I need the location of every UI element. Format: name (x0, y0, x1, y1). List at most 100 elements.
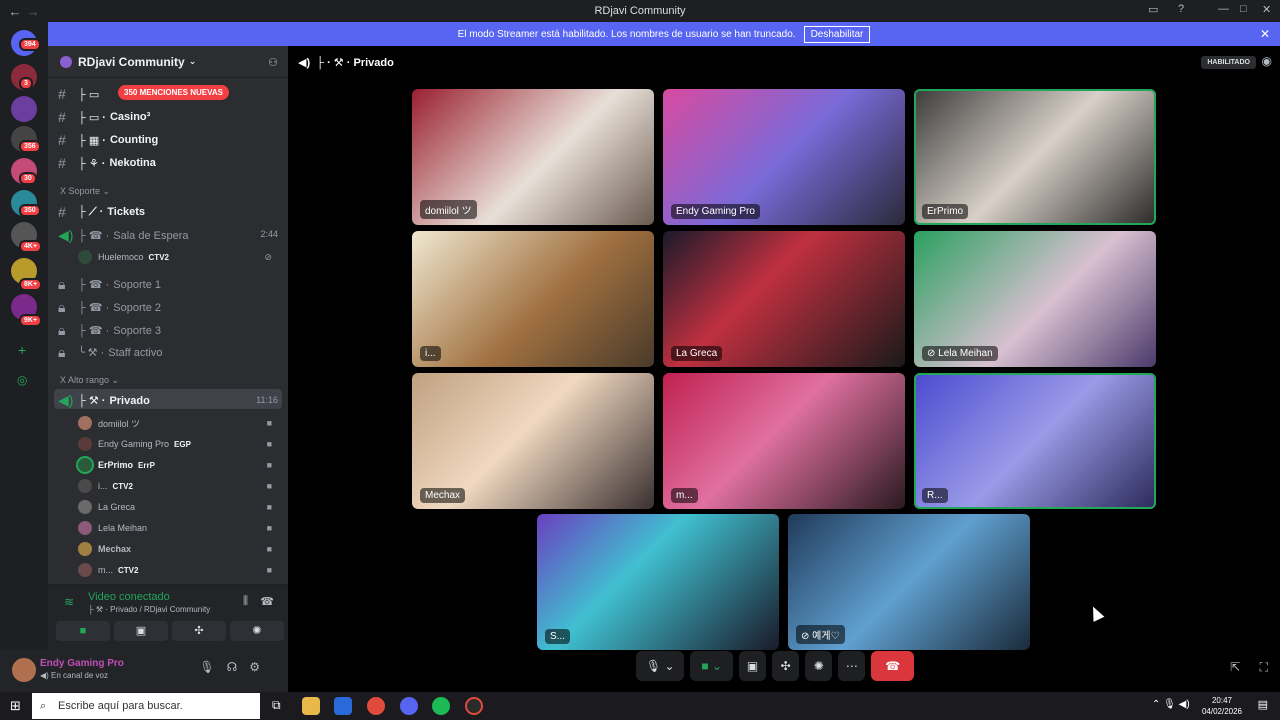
channel-privado[interactable]: ◀) ├ ⚒ · Privado (58, 392, 150, 409)
channel-soporte-3[interactable]: 🔒︎ ├ ☎ · Soporte 3 (58, 322, 161, 339)
close-window-icon[interactable]: ✕ (1262, 3, 1271, 16)
channel-nekotina[interactable]: # ├ ⚘ · Nekotina (58, 155, 156, 171)
video-tile[interactable]: S... (537, 514, 779, 650)
channel-soporte-2[interactable]: 🔒︎ ├ ☎ · Soporte 2 (58, 299, 161, 316)
muted-icon: ⊘ (264, 251, 272, 262)
file-explorer-icon[interactable] (302, 697, 320, 715)
category-alto-rango[interactable]: X Alto rango ⌄ (60, 375, 119, 386)
screenshare-button[interactable]: ▣ (114, 621, 168, 641)
window-title: RDjavi Community (594, 5, 686, 17)
disconnect-icon[interactable]: ☎ (260, 595, 274, 608)
chrome-icon[interactable] (367, 697, 385, 715)
tile-label: Endy Gaming Pro (671, 204, 760, 219)
gear-icon[interactable]: ⚙ (249, 660, 272, 674)
tray-icons[interactable]: ⌃ 🎙︎ ◀) (1152, 699, 1190, 710)
video-tile[interactable]: Mechax (412, 373, 654, 509)
voice-user[interactable]: i... CTV2 ■ (78, 479, 278, 493)
taskbar: ⊞ ⌕ Escribe aquí para buscar. ⧉ ⌃ 🎙︎ ◀) … (0, 692, 1280, 720)
channel-staff-activo[interactable]: 🔒︎ ╰ ⚒ · Staff activo (58, 344, 162, 361)
video-tile[interactable]: m... (663, 373, 905, 509)
popout-icon[interactable]: ⇱ (1230, 660, 1240, 674)
video-tile[interactable]: domiilol ツ (412, 89, 654, 225)
badge: 4K+ (19, 240, 43, 253)
mic-button[interactable]: 🎙︎ ⌄ (636, 651, 685, 681)
streamer-mode-banner: El modo Streamer está habilitado. Los no… (48, 22, 1280, 46)
voice-user[interactable]: La Greca ■ (78, 500, 278, 514)
lock-icon: 🔒︎ (58, 322, 66, 338)
activities-button[interactable]: ✣ (172, 621, 226, 641)
camera-button[interactable]: ■ (56, 621, 110, 641)
clock[interactable]: 20:47 04/02/2026 (1202, 695, 1242, 717)
tile-label: domiilol ツ (420, 200, 477, 219)
explore-icon[interactable]: ◎ (17, 373, 27, 387)
guild-header[interactable]: RDjavi Community ⌄ (48, 46, 288, 78)
hang-up-button[interactable]: ☎ (871, 651, 915, 681)
more-options-button[interactable]: ⋯ (838, 651, 866, 681)
voice-user[interactable]: m... CTV2 ■ (78, 563, 278, 577)
soundboard-icon[interactable]: ⫼ (243, 595, 248, 608)
voice-user[interactable]: Lela Meihan ■ (78, 521, 278, 535)
signal-icon[interactable]: ≋ (64, 595, 74, 609)
lock-icon: 🔒︎ (58, 344, 66, 360)
voice-user[interactable]: Mechax ■ (78, 542, 278, 556)
spotify-icon[interactable] (432, 697, 450, 715)
video-tile[interactable]: ⊘ 예게♡ (788, 514, 1030, 650)
voice-channel-path[interactable]: ├ ⚒ · Privado / RDjavi Community (88, 605, 210, 614)
minimize-icon[interactable]: — (1218, 3, 1229, 15)
add-server-icon[interactable]: + (18, 342, 26, 358)
tile-label: ⊘ 예게♡ (796, 625, 845, 644)
discord-icon[interactable] (400, 697, 418, 715)
banner-text: El modo Streamer está habilitado. Los no… (457, 28, 796, 40)
voice-user[interactable]: Huelemoco CTV2 ⊘ (78, 250, 278, 264)
video-tile[interactable]: ErPrimo (914, 89, 1156, 225)
voice-status[interactable]: Video conectado (88, 591, 170, 603)
maximize-icon[interactable]: □ (1240, 3, 1247, 15)
channel-tickets[interactable]: # ├ ⟋ · Tickets (58, 204, 145, 220)
tile-label: S... (545, 629, 571, 644)
mic-icon[interactable]: 🎙︎ (199, 660, 226, 674)
chat-icon[interactable]: ◉ (1262, 54, 1272, 68)
voice-user[interactable]: Endy Gaming Pro EGP ■ (78, 437, 278, 451)
tile-label: Mechax (420, 488, 466, 503)
channel-casino[interactable]: # ├ ▭ · Casino³ (58, 109, 150, 125)
voice-user[interactable]: domiilol ツ ■ (78, 416, 278, 430)
store-icon[interactable] (334, 697, 352, 715)
video-tile[interactable]: Endy Gaming Pro (663, 89, 905, 225)
avatar[interactable] (12, 658, 36, 682)
add-member-icon[interactable]: ⚇ (268, 56, 278, 69)
notifications-icon[interactable]: ▤ (1258, 698, 1268, 711)
channel-item[interactable]: # ├ ▭ (58, 86, 99, 102)
tile-label: La Greca (671, 346, 723, 361)
video-tile[interactable]: R... (914, 373, 1156, 509)
disable-button[interactable]: Deshabilitar (803, 25, 871, 43)
soundboard-button[interactable]: ✺ (230, 621, 284, 641)
taskbar-search[interactable]: ⌕ Escribe aquí para buscar. (32, 693, 260, 719)
username[interactable]: Endy Gaming Pro (40, 658, 124, 669)
inbox-icon[interactable]: ▭ (1148, 3, 1158, 16)
video-tile[interactable]: ⊘ Lela Meihan (914, 231, 1156, 367)
headphones-icon[interactable]: ☊ (227, 660, 250, 674)
channel-counting[interactable]: # ├ ▦ · Counting (58, 132, 158, 148)
category-soporte[interactable]: X Soporte ⌄ (60, 186, 110, 197)
streamer-status-badge: HABILITADO (1201, 56, 1256, 69)
soundboard-button[interactable]: ✺ (805, 651, 833, 681)
video-tile[interactable]: i... (412, 231, 654, 367)
task-view-icon[interactable]: ⧉ (272, 698, 281, 713)
camera-button[interactable]: ■ ⌄ (690, 651, 733, 681)
mentions-badge[interactable]: 350 MENCIONES NUEVAS (118, 85, 229, 100)
channel-sala-espera[interactable]: ◀) ├ ☎ · Sala de Espera (58, 227, 189, 244)
search-placeholder: Escribe aquí para buscar. (58, 700, 183, 712)
app-icon[interactable] (465, 697, 483, 715)
help-icon[interactable]: ? (1178, 3, 1184, 15)
voice-user[interactable]: ErPrimo ErrP ■ (78, 458, 278, 472)
video-tile[interactable]: La Greca (663, 231, 905, 367)
badge: 9K+ (19, 314, 43, 327)
screenshare-button[interactable]: ▣ (739, 651, 767, 681)
windows-start-icon[interactable]: ⊞ (10, 698, 21, 714)
channel-soporte-1[interactable]: 🔒︎ ├ ☎ · Soporte 1 (58, 276, 161, 293)
fullscreen-icon[interactable]: ⛶ (1260, 660, 1268, 675)
activities-button[interactable]: ✣ (772, 651, 800, 681)
close-banner-icon[interactable]: ✕ (1260, 27, 1270, 41)
server-icon[interactable] (11, 96, 37, 122)
camera-icon: ■ (266, 523, 272, 533)
